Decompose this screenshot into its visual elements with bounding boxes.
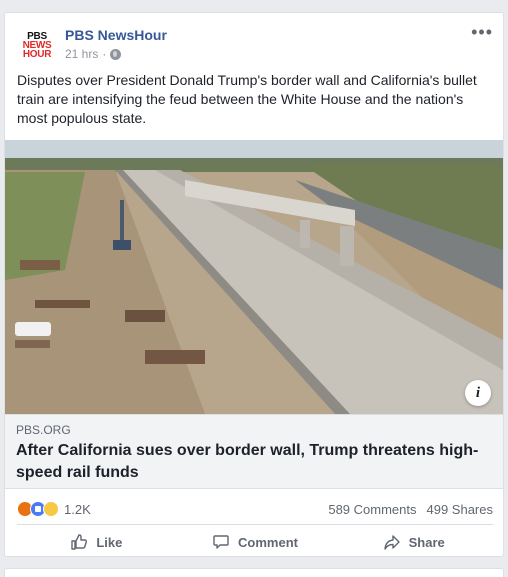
post-header: PBS NEWS HOUR PBS NewsHour 21 hrs · ••• (17, 23, 493, 67)
post-stats: 1.2K 589 Comments 499 Shares (17, 489, 493, 525)
link-preview-box[interactable]: PBS.ORG After California sues over borde… (5, 414, 503, 489)
post-meta: 21 hrs · (65, 47, 122, 61)
link-domain: PBS.ORG (16, 423, 71, 437)
sad-reaction-icon (43, 501, 59, 517)
more-options-button[interactable]: ••• (471, 23, 493, 41)
page-name-link[interactable]: PBS NewsHour (65, 27, 167, 43)
reactions-summary[interactable]: 1.2K (17, 501, 91, 517)
separator-dot: · (102, 47, 107, 61)
post-caption: Disputes over President Donald Trump's b… (17, 72, 477, 126)
share-icon (383, 535, 400, 550)
share-button[interactable]: Share (334, 526, 493, 558)
comment-label: Comment (238, 534, 298, 550)
link-preview-image[interactable]: i (5, 140, 503, 414)
like-label: Like (96, 534, 123, 550)
like-button[interactable]: Like (17, 526, 176, 558)
comment-icon (213, 535, 229, 549)
logo-line-3: HOUR (22, 48, 52, 60)
comment-button[interactable]: Comment (176, 526, 335, 558)
comments-count-link[interactable]: 589 Comments (328, 502, 416, 517)
thumbs-up-icon (71, 534, 88, 550)
reaction-count: 1.2K (64, 501, 91, 517)
info-button[interactable]: i (465, 380, 491, 406)
share-label: Share (408, 534, 445, 550)
construction-photo (5, 140, 503, 414)
post-card: PBS NEWS HOUR PBS NewsHour 21 hrs · ••• … (4, 12, 504, 557)
avatar[interactable]: PBS NEWS HOUR (17, 25, 57, 65)
shares-count-link[interactable]: 499 Shares (427, 502, 494, 517)
post-actions: Like Comment Share (17, 526, 493, 558)
engagement-counts: 589 Comments 499 Shares (328, 502, 493, 517)
globe-icon (110, 48, 122, 60)
next-post-card (4, 568, 504, 577)
post-timestamp[interactable]: 21 hrs (65, 47, 98, 61)
link-headline[interactable]: After California sues over border wall, … (16, 440, 494, 484)
